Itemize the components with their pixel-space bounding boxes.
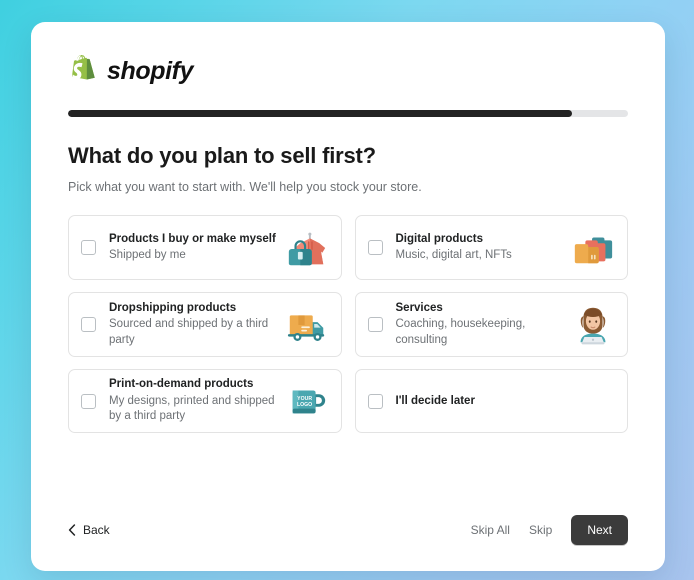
option-card-print-on-demand-products[interactable]: Print-on-demand products My designs, pri… (68, 369, 342, 433)
option-title: I'll decide later (395, 394, 475, 407)
page-subtitle: Pick what you want to start with. We'll … (68, 180, 422, 194)
back-button[interactable]: Back (68, 523, 110, 537)
option-card-products-i-buy-or-make[interactable]: Products I buy or make myself Shipped by… (68, 215, 342, 280)
option-description: Sourced and shipped by a third party (109, 318, 269, 346)
option-description: Music, digital art, NFTs (395, 248, 512, 261)
shopify-logo: shopify (68, 54, 628, 88)
option-card-decide-later[interactable]: I'll decide later (354, 369, 628, 433)
wizard-footer: Back Skip All Skip Next (68, 515, 628, 545)
option-card-dropshipping-products[interactable]: Dropshipping products Sourced and shippe… (68, 292, 342, 357)
option-title: Services (395, 301, 443, 314)
logo-mug-icon: YOUR LOGO (284, 378, 330, 424)
onboarding-progress-bar (68, 110, 628, 117)
next-button[interactable]: Next (571, 515, 628, 545)
sell-options-grid: Products I buy or make myself Shipped by… (68, 215, 628, 433)
option-checkbox[interactable] (367, 317, 383, 332)
option-title: Dropshipping products (109, 301, 237, 314)
option-checkbox[interactable] (367, 393, 383, 409)
shopify-wordmark: shopify (107, 56, 194, 85)
option-title: Products I buy or make myself (109, 232, 276, 245)
option-description: Coaching, housekeeping, consulting (395, 318, 526, 346)
option-card-digital-products[interactable]: Digital products Music, digital art, NFT… (354, 215, 628, 280)
back-label: Back (83, 523, 110, 537)
option-checkbox[interactable] (367, 240, 383, 255)
option-description: My designs, printed and shipped by a thi… (109, 394, 275, 423)
bag-and-sweater-icon (284, 225, 330, 271)
option-checkbox[interactable] (81, 240, 96, 255)
progress-fill (68, 110, 572, 117)
folder-stack-icon (570, 225, 616, 271)
delivery-truck-icon (284, 302, 330, 348)
footer-actions: Skip All Skip Next (471, 515, 628, 545)
option-title: Digital products (395, 232, 484, 245)
app-background: shopify What do you plan to sell first? … (0, 0, 694, 580)
option-title: Print-on-demand products (109, 378, 254, 391)
skip-all-button[interactable]: Skip All (471, 523, 510, 537)
shopify-bag-icon (72, 54, 95, 79)
option-checkbox[interactable] (81, 317, 96, 332)
skip-button[interactable]: Skip (529, 523, 552, 537)
onboarding-panel: shopify What do you plan to sell first? … (31, 22, 665, 571)
option-card-services[interactable]: Services Coaching, housekeeping, consult… (354, 292, 628, 357)
person-laptop-icon (570, 302, 616, 348)
option-checkbox[interactable] (81, 393, 96, 409)
svg-text:LOGO: LOGO (297, 402, 312, 408)
option-description: Shipped by me (109, 248, 186, 261)
page-title: What do you plan to sell first? (68, 143, 376, 168)
chevron-left-icon (68, 524, 76, 536)
